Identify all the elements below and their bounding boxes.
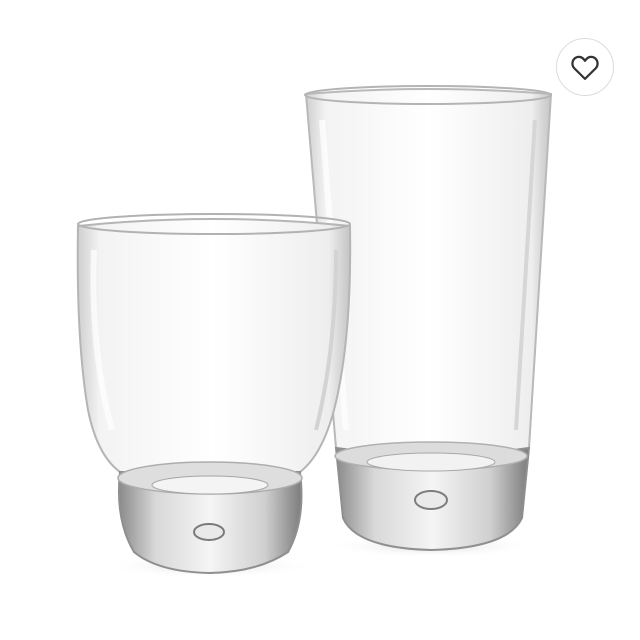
favorite-button[interactable] (556, 38, 614, 96)
product-image[interactable] (0, 0, 640, 640)
product-tile[interactable] (0, 0, 640, 640)
heart-outline-icon (571, 55, 599, 80)
short-glass (76, 213, 352, 578)
